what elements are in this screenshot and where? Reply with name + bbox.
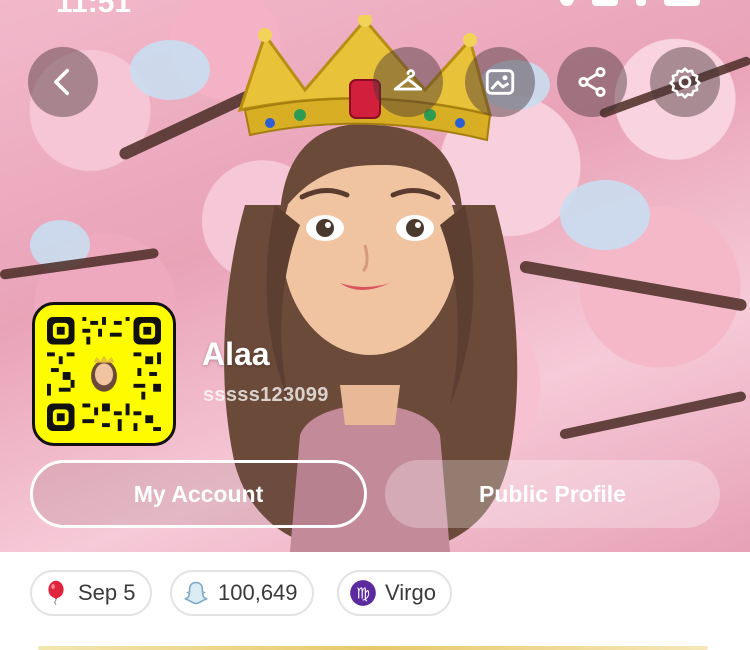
profile-background-button[interactable] [465,47,535,117]
hanger-icon [393,69,423,91]
virgo-icon: ♍ [350,580,376,606]
back-button[interactable] [28,47,98,117]
balloon-icon [48,580,64,606]
snap-score-chip[interactable]: 100,649 [170,570,314,616]
wifi-icon [636,0,646,6]
svg-text:♍: ♍ [356,584,370,602]
battery-icon [664,0,700,6]
snap-score-text: 100,649 [218,580,298,605]
share-button[interactable] [557,47,627,117]
share-icon [578,66,606,98]
crown-lens [237,15,493,142]
zodiac-chip[interactable]: ♍ Virgo [337,570,452,616]
qr-code-icon [47,317,161,431]
signal-icon [560,0,574,6]
settings-button[interactable] [650,47,720,117]
section-divider [38,646,708,650]
public-profile-button[interactable]: Public Profile [385,460,720,528]
chevron-left-icon [54,68,70,96]
cellular-icon [592,0,618,6]
zodiac-text: Virgo [385,580,436,605]
my-account-button[interactable]: My Account [30,460,367,528]
status-time: 11:51 [56,0,132,19]
username: sssss123099 [203,384,329,406]
display-name: Alaa [202,336,270,372]
snapcode[interactable] [32,302,176,446]
birthday-text: Sep 5 [78,580,136,605]
wardrobe-button[interactable] [373,47,443,117]
birthday-chip[interactable]: Sep 5 [30,570,152,616]
ghost-icon [183,581,209,605]
status-icons [560,0,700,6]
gear-icon [669,67,701,99]
image-icon [485,69,515,95]
